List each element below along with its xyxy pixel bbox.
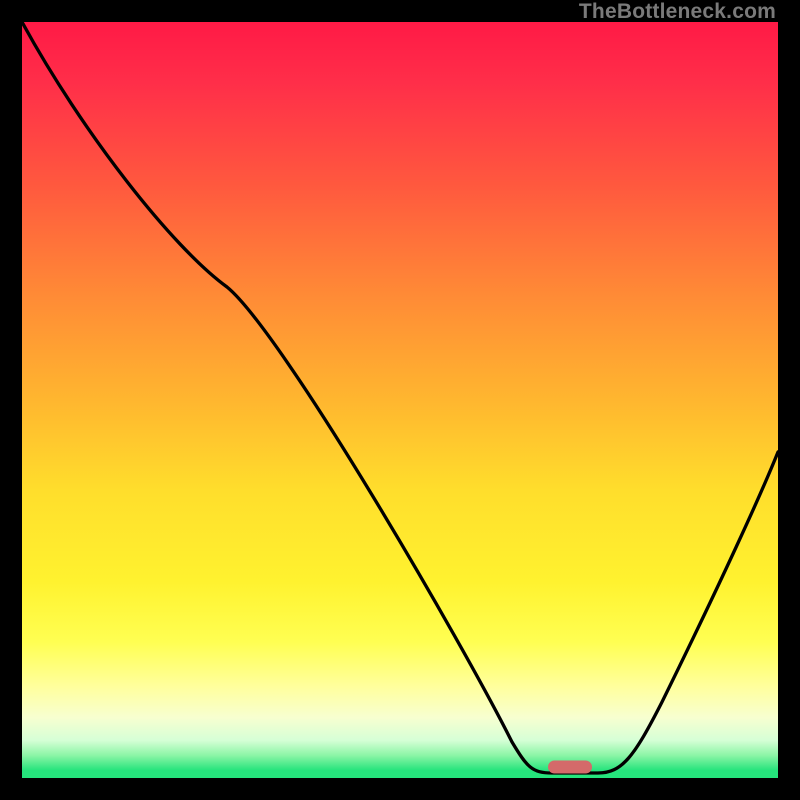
optimum-marker (548, 761, 592, 774)
watermark: TheBottleneck.com (579, 0, 776, 24)
bottleneck-curve (22, 22, 778, 778)
chart-frame: TheBottleneck.com (0, 0, 800, 800)
curve-path (22, 22, 778, 773)
plot-area (22, 22, 778, 778)
